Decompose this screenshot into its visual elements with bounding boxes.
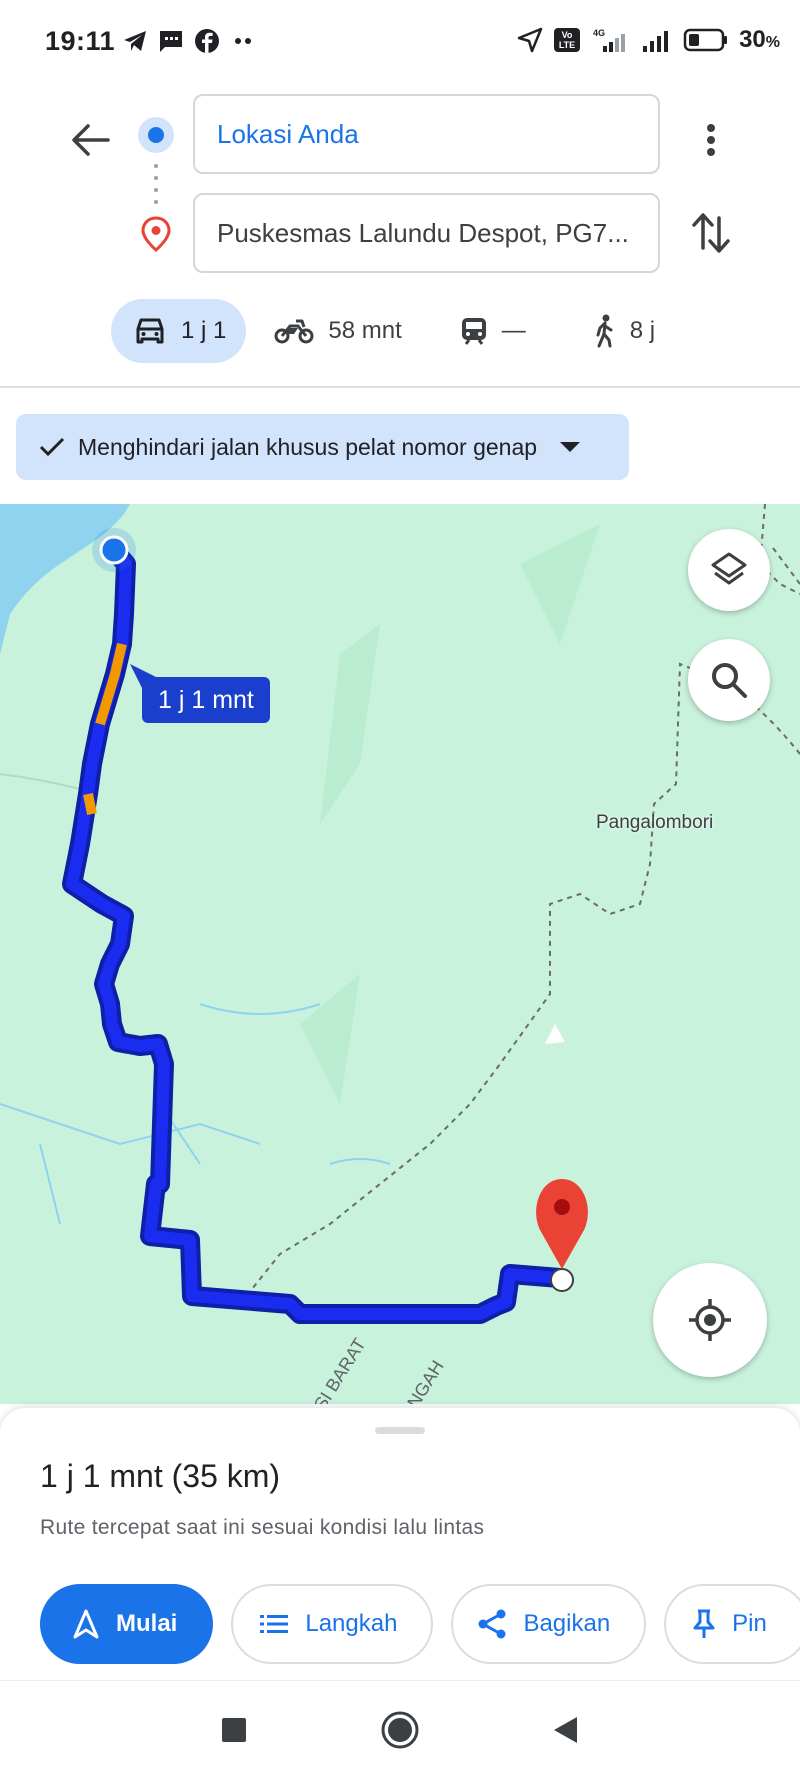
battery-percentage: 30%: [739, 26, 780, 53]
stream: [0, 1103, 261, 1225]
minor-road: [0, 773, 81, 790]
search-icon: [712, 663, 747, 698]
walk-icon: [596, 314, 613, 348]
terrain-shade: [320, 624, 380, 824]
dropdown-arrow-icon: [560, 442, 581, 452]
terrain-marker: [545, 1024, 565, 1044]
pin-button-label: Pin: [732, 1610, 767, 1637]
system-navigation-bar: [0, 1680, 800, 1778]
swap-vert-icon: [692, 213, 730, 253]
destination-field[interactable]: Puskesmas Lalundu Despot, PG7...: [193, 193, 660, 273]
steps-button[interactable]: Langkah: [231, 1584, 434, 1664]
status-indicators: Vo LTE 4G 30%: [517, 26, 780, 54]
message-icon: [160, 31, 182, 52]
destination-endpoint: [550, 1268, 574, 1292]
travel-modes: 1 j 1 58 mnt — 8 j: [111, 299, 655, 363]
route-time-label[interactable]: 1 j 1 mnt: [142, 677, 270, 723]
svg-text:Vo: Vo: [562, 30, 573, 40]
navigation-arrow-icon: [73, 1609, 99, 1639]
notification-icons: [122, 28, 256, 54]
facebook-icon: [195, 29, 219, 53]
more-notifications-icon: [235, 38, 251, 44]
back-button[interactable]: [64, 114, 116, 166]
sheet-drag-handle[interactable]: [375, 1427, 425, 1434]
map-view[interactable]: 1 j 1 mnt Pangalombori SI BARAT NGAH: [0, 504, 800, 1404]
share-icon: [478, 1609, 506, 1639]
route-casing: [62, 540, 570, 1324]
mode-walk[interactable]: 8 j: [592, 299, 655, 363]
home-button[interactable]: [375, 1705, 425, 1755]
route-description: Rute tercepat saat ini sesuai kondisi la…: [40, 1516, 485, 1539]
action-buttons: Mulai Langkah Bagikan Pin: [40, 1584, 800, 1664]
start-button[interactable]: Mulai: [40, 1584, 214, 1664]
location-arrow-icon: [517, 27, 543, 53]
layers-button[interactable]: [688, 529, 770, 611]
pin-icon: [693, 1609, 715, 1638]
triangle-back-icon: [554, 1717, 577, 1743]
route-summary-sheet: 1 j 1 mnt (35 km) Rute tercepat saat ini…: [0, 1408, 800, 1680]
mode-car[interactable]: 1 j 1: [111, 299, 247, 363]
destination-pin-center: [554, 1199, 570, 1215]
start-button-label: Mulai: [116, 1610, 178, 1637]
check-icon: [39, 437, 65, 457]
volte-icon: VoLTE: [554, 28, 581, 52]
more-vert-icon: [707, 124, 715, 156]
traffic-segment: [83, 793, 97, 815]
car-icon: [136, 318, 164, 344]
origin-field[interactable]: Lokasi Anda: [193, 94, 660, 174]
steps-button-label: Langkah: [305, 1610, 398, 1637]
mode-motorcycle[interactable]: 58 mnt: [274, 299, 402, 363]
pin-button[interactable]: Pin: [664, 1584, 800, 1664]
mode-walk-label: 8 j: [629, 317, 656, 344]
destination-pin-icon: [141, 216, 171, 252]
train-icon: [461, 318, 486, 345]
status-bar: 19:11 Vo LTE 4G 30%: [0, 0, 800, 84]
share-button[interactable]: Bagikan: [451, 1584, 647, 1664]
battery-icon: [683, 28, 728, 52]
swap-button[interactable]: [690, 208, 732, 258]
signal-icon: [643, 31, 669, 52]
stream: [199, 1003, 391, 1165]
water-body: [0, 504, 130, 654]
recents-button[interactable]: [209, 1705, 259, 1755]
route-summary: 1 j 1 mnt (35 km): [40, 1458, 281, 1494]
directions-header: Lokasi Anda Puskesmas Lalundu Despot, PG…: [0, 84, 800, 388]
list-icon: [260, 1615, 289, 1633]
place-label: Pangalombori: [596, 812, 714, 833]
my-location-button[interactable]: [653, 1263, 767, 1377]
route-connector: [154, 164, 158, 204]
terrain-shade: [520, 524, 600, 644]
search-button[interactable]: [688, 639, 770, 721]
map-canvas: [0, 504, 800, 1324]
square-icon: [222, 1718, 246, 1742]
circle-icon: [381, 1711, 419, 1749]
mode-motorcycle-label: 58 mnt: [328, 317, 402, 344]
mode-transit[interactable]: —: [460, 299, 526, 363]
destination-pin: [536, 1179, 588, 1269]
signal-4g-icon: 4G: [593, 28, 626, 52]
origin-marker: [99, 535, 129, 565]
motorcycle-icon: [274, 319, 314, 344]
mode-car-label: 1 j 1: [181, 317, 227, 344]
admin-boundary: [239, 504, 800, 1305]
status-time: 19:11: [45, 26, 116, 56]
svg-text:LTE: LTE: [559, 40, 575, 50]
telegram-icon: [124, 31, 146, 51]
terrain-shade: [300, 974, 360, 1104]
route-option-label: Menghindari jalan khusus pelat nomor gen…: [78, 433, 538, 460]
mode-transit-label: —: [501, 317, 526, 344]
more-options-button[interactable]: [694, 112, 728, 168]
svg-text:4G: 4G: [593, 28, 605, 38]
back-nav-button[interactable]: [540, 1705, 590, 1755]
route-option-chip[interactable]: Menghindari jalan khusus pelat nomor gen…: [16, 414, 629, 480]
arrow-left-icon: [72, 124, 110, 156]
layers-icon: [711, 552, 747, 585]
origin-dot-icon: [138, 117, 174, 153]
my-location-icon: [689, 1299, 731, 1341]
share-button-label: Bagikan: [523, 1610, 611, 1637]
